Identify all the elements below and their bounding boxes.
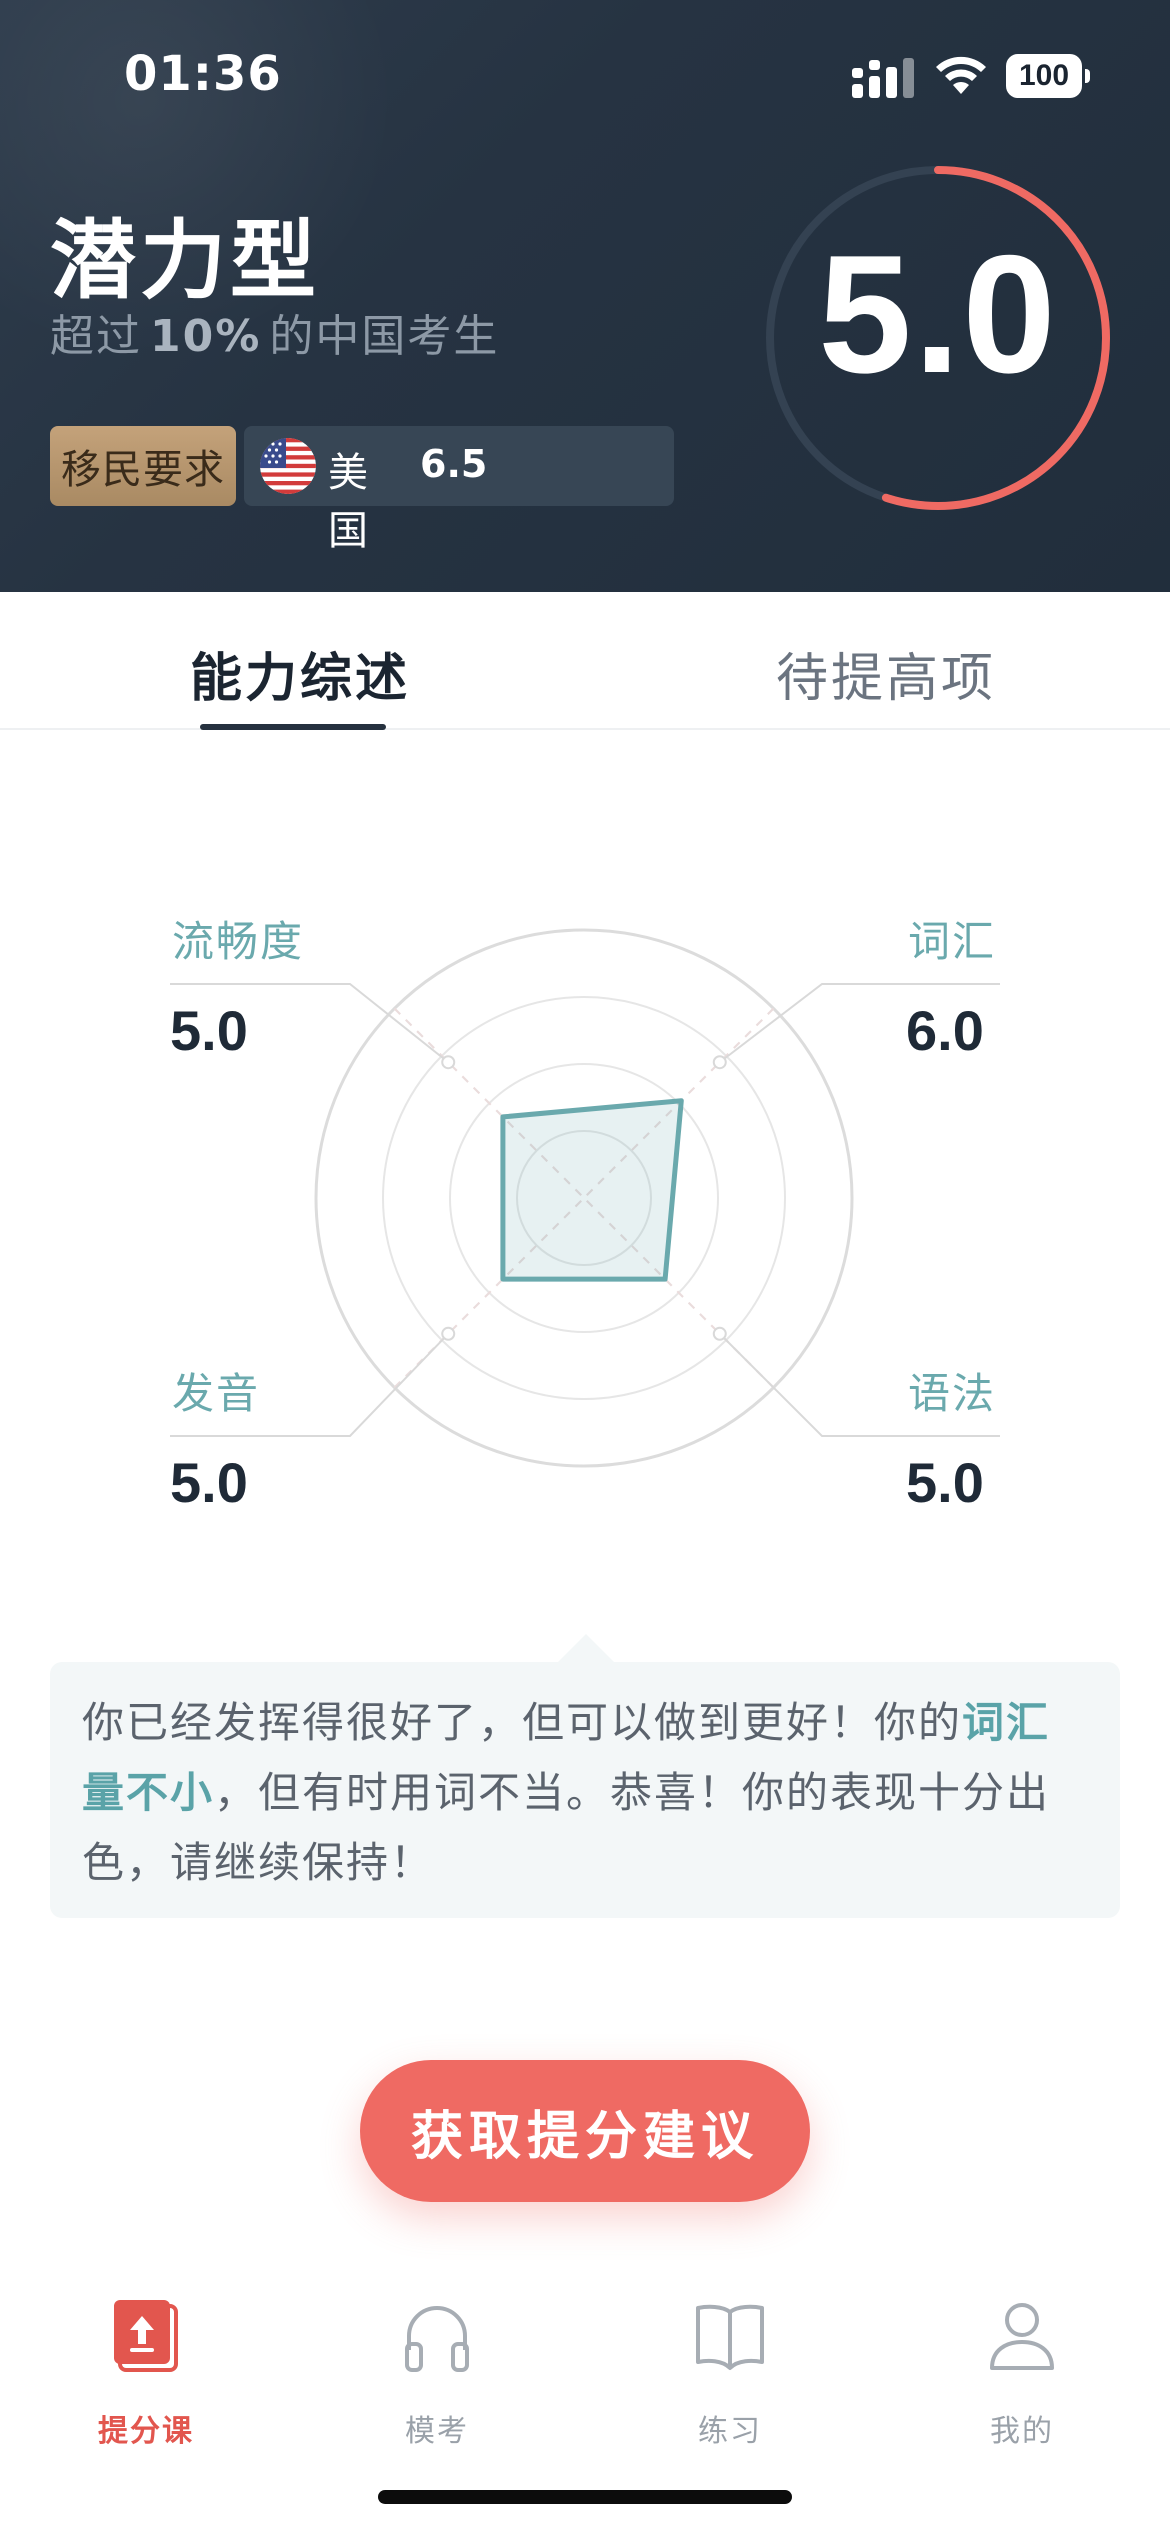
subtitle-percent: 10% <box>150 311 262 362</box>
active-tab-indicator <box>200 724 386 730</box>
level-subtitle: 超过 10% 的中国考生 <box>50 300 499 364</box>
subtitle-prefix: 超过 <box>50 311 142 362</box>
person-icon <box>990 2303 1054 2370</box>
nav-item-course[interactable]: 提分课 <box>46 2298 246 2449</box>
requirement-score: 6.5 <box>420 442 488 486</box>
vocabulary-score: 6.0 <box>906 999 984 1062</box>
us-flag-icon <box>260 438 316 494</box>
pronunciation-score: 5.0 <box>170 1451 248 1514</box>
level-title: 潜力型 <box>50 211 320 311</box>
radar-leader-dot <box>712 1055 727 1070</box>
vocabulary-label: 词汇 <box>908 917 997 966</box>
nav-label-practice: 练习 <box>698 2414 762 2449</box>
tab-ability-overview[interactable]: 能力综述 <box>190 636 410 711</box>
grammar-score: 5.0 <box>906 1451 984 1514</box>
feedback-card: 你已经发挥得很好了，但可以做到更好！你的词汇量不小，但有时用词不当。恭喜！你的表… <box>50 1662 1120 1918</box>
skill-radar: 流畅度 5.0 词汇 6.0 发音 5.0 语法 5.0 <box>0 732 1170 1632</box>
requirement-tag: 移民要求 <box>50 426 236 506</box>
status-bar: 01:36 100 <box>0 0 1170 150</box>
wifi-icon <box>936 56 986 94</box>
radar-leader-dot <box>441 1055 456 1070</box>
tab-to-improve[interactable]: 待提高项 <box>776 636 996 711</box>
requirement-country: 美国 <box>328 450 368 554</box>
battery-level: 100 <box>1006 54 1082 98</box>
radar-leader-dot <box>712 1326 727 1341</box>
radar-score-shape <box>500 1098 684 1282</box>
overall-score: 5.0 <box>818 220 1058 408</box>
subtitle-suffix: 的中国考生 <box>269 311 500 362</box>
nav-item-mock-test[interactable]: 模考 <box>337 2298 537 2449</box>
fluency-score: 5.0 <box>170 999 248 1062</box>
nav-label-profile: 我的 <box>990 2414 1054 2449</box>
grammar-label: 语法 <box>908 1369 997 1418</box>
pronunciation-label: 发音 <box>172 1369 261 1418</box>
result-tabs: 能力综述 待提高项 <box>0 592 1170 730</box>
upload-book-icon <box>114 2300 178 2372</box>
feedback-pointer <box>556 1634 616 1664</box>
nav-item-practice[interactable]: 练习 <box>630 2298 830 2449</box>
get-advice-button[interactable]: 获取提分建议 <box>360 2060 810 2202</box>
radar-leader-dot <box>441 1326 456 1341</box>
status-time: 01:36 <box>124 46 282 102</box>
feedback-text: 你已经发挥得很好了，但可以做到更好！你的词汇量不小，但有时用词不当。恭喜！你的表… <box>82 1688 1092 1898</box>
fluency-label: 流畅度 <box>172 917 305 966</box>
battery-icon: 100 <box>1006 54 1090 98</box>
cellular-signal-icon <box>852 58 914 98</box>
headphones-icon <box>405 2306 469 2372</box>
open-book-icon <box>696 2304 764 2370</box>
nav-label-mock-test: 模考 <box>405 2414 469 2449</box>
nav-label-course: 提分课 <box>98 2414 194 2449</box>
bottom-navigation: 提分课 模考 练习 我的 <box>0 2278 1170 2468</box>
feedback-part1: 你已经发挥得很好了，但可以做到更好！你的 <box>82 1698 963 1747</box>
battery-tip <box>1085 69 1090 83</box>
feedback-part2: ，但有时用词不当。恭喜！你的表现十分出色，请继续保持！ <box>82 1768 1051 1887</box>
score-header: 01:36 100 潜力型 超过 10% 的中国考生 移民要求 美国 6.5 5… <box>0 0 1170 592</box>
nav-item-profile[interactable]: 我的 <box>922 2298 1122 2449</box>
home-indicator <box>378 2490 792 2504</box>
